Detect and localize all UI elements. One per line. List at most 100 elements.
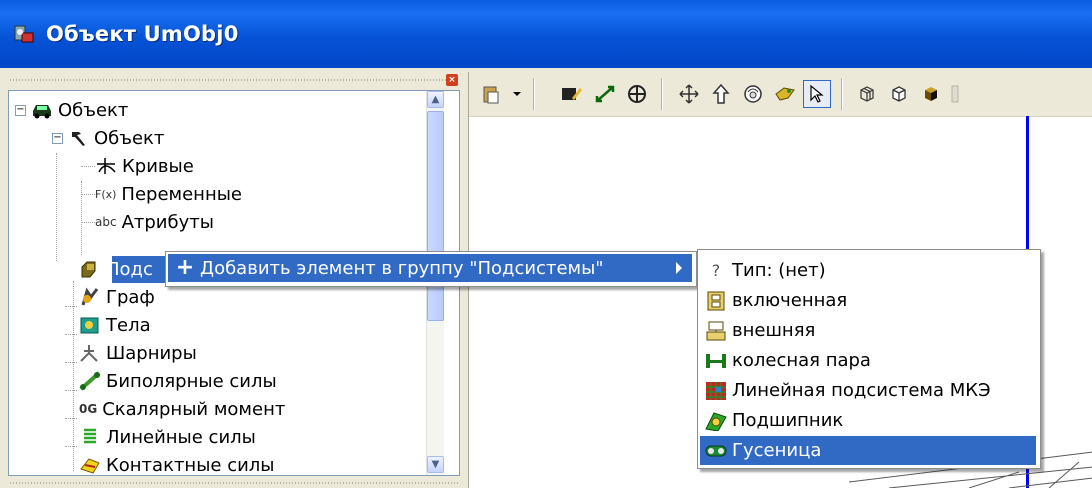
crosshair-icon — [628, 85, 646, 103]
tree-item-label: Граф — [106, 286, 155, 308]
tree-item-label: Атрибуты — [121, 211, 214, 233]
submenu-item-label: Тип: (нет) — [732, 260, 826, 281]
overflow-icon — [951, 85, 959, 103]
select-button[interactable] — [803, 80, 831, 108]
paste-icon — [483, 86, 499, 104]
tree-item-label: Линейные силы — [106, 426, 256, 448]
move-up-button[interactable] — [707, 80, 735, 108]
submenu-item-fem-subsystem[interactable]: Линейная подсистема МКЭ — [700, 376, 1036, 405]
hammer-icon — [72, 132, 85, 146]
wheelset-icon — [706, 353, 726, 368]
abc-icon: abc — [95, 215, 117, 229]
rotate-button[interactable] — [739, 80, 767, 108]
scroll-up-icon[interactable]: ▲ — [427, 91, 444, 108]
cursor-icon — [810, 84, 824, 103]
tree-item-contact-forces[interactable]: Контактные силы — [79, 451, 275, 475]
hidden-line-view-button[interactable] — [885, 80, 913, 108]
submenu-item-bearing[interactable]: Подшипник — [700, 406, 1036, 435]
scalar-torque-icon: 0G — [79, 402, 98, 416]
resize-icon — [595, 85, 615, 103]
edit-icon — [562, 88, 582, 100]
add-to-group-menu-item[interactable]: + Добавить элемент в группу "Подсистемы" — [168, 254, 692, 282]
submenu-item-included[interactable]: включенная — [700, 286, 1036, 315]
tree-item-scalar-torque[interactable]: 0G Скалярный момент — [79, 395, 285, 423]
tree-item-label: Биполярные силы — [106, 370, 277, 392]
track-icon — [705, 445, 727, 456]
scrollbar-thumb[interactable] — [427, 111, 444, 321]
tree-item-bodies[interactable]: Тела — [79, 311, 151, 339]
tree-item-label: Объект — [94, 127, 165, 149]
tree-item-graphics[interactable]: Граф — [79, 283, 155, 311]
arrow-up-icon — [712, 83, 730, 104]
pane-close-icon[interactable]: × — [446, 74, 458, 86]
more-button[interactable] — [949, 80, 961, 108]
tree-item-label: Тела — [106, 314, 151, 336]
expand-collapse-icon[interactable]: − — [52, 133, 63, 144]
solid-cube-icon — [925, 87, 937, 101]
submenu-item-label: колесная пара — [732, 350, 871, 371]
tree-item-label: Шарниры — [106, 342, 197, 364]
bird-icon — [775, 87, 795, 101]
center-button[interactable] — [623, 80, 651, 108]
dropdown-button[interactable] — [509, 80, 525, 108]
submenu-item-external[interactable]: внешняя — [700, 316, 1036, 345]
menu-item-label: Добавить элемент в группу "Подсистемы" — [200, 257, 604, 279]
view-toolbar — [469, 72, 1092, 117]
edit-object-button[interactable] — [557, 80, 585, 108]
animate-button[interactable] — [771, 80, 799, 108]
submenu-item-label: внешняя — [732, 320, 816, 341]
submenu-item-label: Подшипник — [732, 410, 844, 431]
linear-force-icon — [84, 428, 96, 444]
tree-item-label: Кривые — [122, 155, 194, 177]
pan-button[interactable] — [675, 80, 703, 108]
tree-item-object[interactable]: Объект — [69, 124, 164, 152]
submenu-item-label: Гусеница — [732, 440, 822, 461]
context-menu: + Добавить элемент в группу "Подсистемы" — [165, 251, 697, 287]
external-icon — [706, 321, 726, 340]
expand-collapse-icon[interactable]: − — [15, 105, 26, 116]
tree-item-variables[interactable]: F(x) Переменные — [95, 180, 242, 208]
tree-item-attributes[interactable]: abc Атрибуты — [95, 208, 214, 236]
submenu-item-type-none[interactable]: ? Тип: (нет) — [700, 256, 1036, 285]
submenu-item-track[interactable]: Гусеница — [700, 436, 1036, 465]
graphics-icon — [81, 287, 99, 306]
pane-gripper-bottom[interactable] — [8, 476, 460, 488]
fem-icon — [706, 381, 726, 400]
pane-gripper[interactable] — [8, 72, 460, 88]
tree-item-linear-forces[interactable]: Линейные силы — [79, 423, 256, 451]
tree-item-label: Скалярный момент — [102, 398, 286, 420]
subsystem-type-submenu: ? Тип: (нет) включенная внешняя колесная… — [697, 249, 1041, 469]
wireframe-view-button[interactable] — [853, 80, 881, 108]
scale-button[interactable] — [591, 80, 619, 108]
submenu-item-label: включенная — [732, 290, 848, 311]
tree-item-curves[interactable]: Кривые — [95, 152, 194, 180]
wireframe-cube-icon — [860, 86, 874, 102]
app-icon — [14, 25, 34, 43]
submenu-arrow-icon — [676, 262, 682, 274]
tree-item-joints[interactable]: Шарниры — [79, 339, 197, 367]
tree-item-object-root[interactable]: Объект — [31, 96, 128, 124]
tree-item-label: Подс — [106, 258, 153, 280]
cube-outline-icon — [892, 86, 906, 102]
tree-item-subsystems[interactable]: Подс — [79, 255, 153, 283]
title-bar: Объект UmObj0 — [0, 0, 1092, 68]
submenu-item-wheelset[interactable]: колесная пара — [700, 346, 1036, 375]
body-icon — [80, 317, 99, 334]
function-icon: F(x) — [95, 187, 117, 201]
scroll-down-icon[interactable]: ▼ — [427, 456, 444, 473]
shaded-view-button[interactable] — [917, 80, 945, 108]
included-icon — [707, 291, 725, 310]
car-icon — [33, 105, 51, 119]
contact-force-icon — [80, 458, 100, 474]
paste-button[interactable] — [477, 80, 505, 108]
question-icon: ? — [711, 261, 721, 280]
chevron-down-icon — [513, 92, 521, 96]
bearing-icon — [705, 411, 727, 431]
joint-icon — [80, 345, 98, 362]
tree-item-label: Объект — [58, 99, 129, 121]
tree-item-bipolar-forces[interactable]: Биполярные силы — [79, 367, 277, 395]
rotate-icon — [744, 85, 762, 103]
move-icon — [679, 84, 699, 104]
curves-icon — [97, 158, 116, 174]
plus-icon: + — [175, 255, 195, 280]
